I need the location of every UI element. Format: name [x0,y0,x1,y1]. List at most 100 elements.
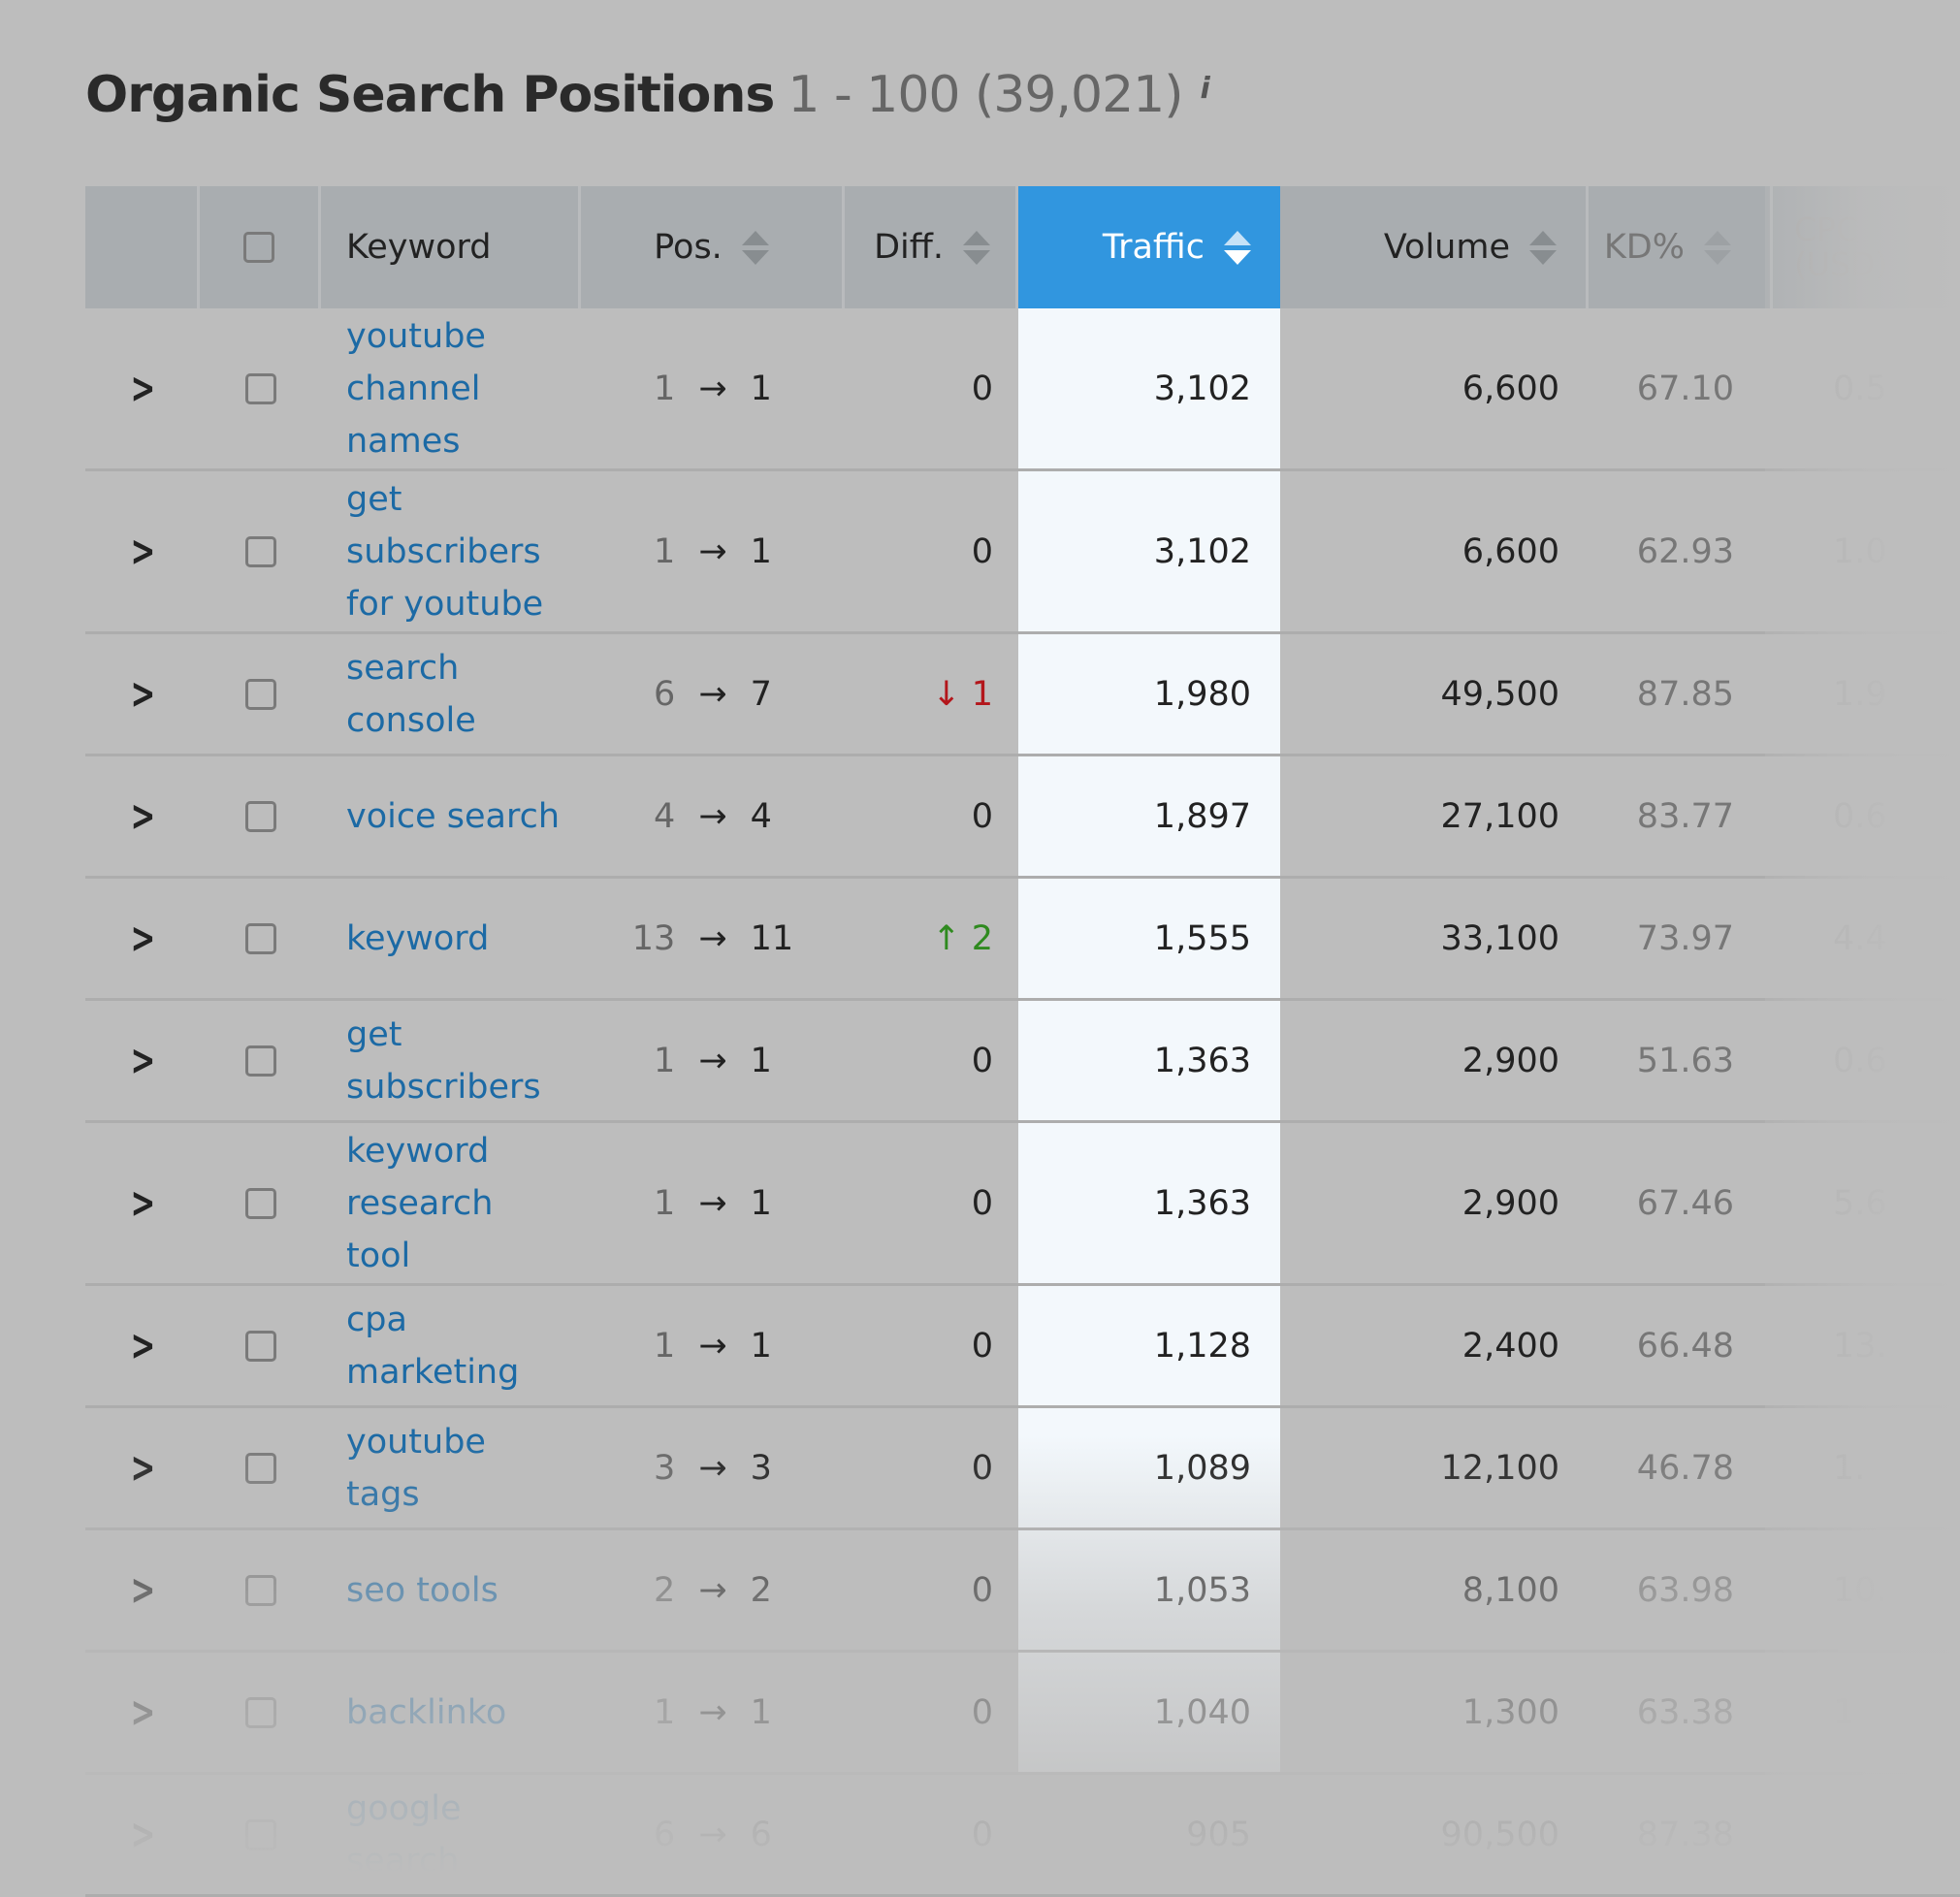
cpc-value: 5.6 [1833,1183,1887,1223]
row-checkbox[interactable] [244,535,276,567]
current-position: 2 [750,1570,772,1610]
keyword-cell: cpa marketing [321,1286,581,1405]
chevron-right-icon[interactable]: > [130,1565,155,1615]
select-cell [200,1286,321,1405]
chevron-right-icon[interactable]: > [130,1688,155,1737]
row-checkbox[interactable] [244,922,276,954]
chevron-right-icon[interactable]: > [130,669,155,719]
kd-cell: 66.48 [1589,1286,1773,1405]
keyword-link[interactable]: voice search [346,790,560,843]
chevron-right-icon[interactable]: > [130,527,155,576]
column-keyword[interactable]: Keyword [321,186,581,308]
row-checkbox[interactable] [244,1045,276,1077]
kd-value: 67.10 [1636,369,1734,408]
diff-value: 0 [971,796,993,836]
column-volume[interactable]: Volume [1280,186,1589,308]
traffic-value: 1,363 [1153,1183,1251,1223]
keyword-cell: youtube channel names [321,308,581,468]
select-cell [200,471,321,631]
volume-cell: 2,900 [1280,1001,1589,1120]
column-diff[interactable]: Diff. [845,186,1018,308]
column-pos[interactable]: Pos. [581,186,845,308]
chevron-right-icon[interactable]: > [130,1036,155,1085]
keyword-link[interactable]: keyword research tool [346,1125,562,1282]
traffic-value: 1,897 [1153,796,1251,836]
current-position: 1 [750,369,772,408]
kd-cell: 63.38 [1589,1653,1773,1772]
info-icon[interactable]: i [1201,72,1210,106]
row-checkbox[interactable] [244,800,276,832]
select-all-cell [200,186,321,308]
row-checkbox[interactable] [244,372,276,404]
traffic-value: 1,089 [1153,1448,1251,1488]
chevron-right-icon[interactable]: > [130,364,155,413]
kd-cell: 63.98 [1589,1530,1773,1650]
chevron-right-icon[interactable]: > [130,1178,155,1228]
row-checkbox[interactable] [244,1452,276,1484]
sort-icon[interactable] [741,230,769,265]
table-row: > voice search 4 → 4 0 1,897 27,100 83.77 0.6 [85,756,1960,879]
table-header: Keyword Pos. Diff. Traffic Volume KD% CP… [85,186,1960,308]
volume-value: 2,900 [1462,1183,1559,1223]
select-all-checkbox[interactable] [243,232,274,263]
row-checkbox[interactable] [244,1696,276,1728]
traffic-value: 3,102 [1153,369,1251,408]
keyword-cell: google search [321,1775,581,1894]
cpc-value: 1. [1833,1448,1866,1488]
previous-position: 1 [654,1183,676,1223]
keyword-link[interactable]: google search [346,1783,562,1887]
chevron-right-icon[interactable]: > [130,1321,155,1370]
column-cpc[interactable]: CPC (USD) [1773,186,1889,308]
row-checkbox[interactable] [244,1574,276,1606]
table-row: > youtube channel names 1 → 1 0 3,102 6,600 67.1… [85,308,1960,471]
keyword-link[interactable]: backlinko [346,1687,506,1739]
traffic-value: 1,053 [1153,1570,1251,1610]
sort-icon[interactable] [1529,230,1557,265]
table-row: > get subscribers for youtube 1 → 1 0 3,102 6,6… [85,471,1960,634]
expand-cell: > [85,1653,200,1772]
previous-position: 6 [654,1815,676,1854]
arrow-right-icon: → [698,674,727,714]
keyword-link[interactable]: youtube tags [346,1416,562,1521]
kd-value: 63.38 [1636,1692,1734,1732]
keyword-link[interactable]: keyword [346,913,489,965]
position-cell: 3 → 3 [581,1408,845,1527]
kd-cell: 67.10 [1589,308,1773,468]
column-kd[interactable]: KD% [1589,186,1773,308]
sort-icon[interactable] [963,230,990,265]
column-label: KD% [1603,228,1685,267]
kd-value: 62.93 [1636,531,1734,571]
chevron-right-icon[interactable]: > [130,914,155,963]
chevron-right-icon[interactable]: > [130,1810,155,1859]
row-checkbox[interactable] [244,1818,276,1850]
keyword-link[interactable]: seo tools [346,1564,498,1617]
row-checkbox[interactable] [244,678,276,710]
chevron-right-icon[interactable]: > [130,791,155,841]
kd-value: 67.46 [1636,1183,1734,1223]
select-cell [200,1775,321,1894]
expand-cell: > [85,1530,200,1650]
keyword-link[interactable]: youtube channel names [346,310,562,467]
keyword-link[interactable]: search console [346,642,562,747]
keyword-link[interactable]: get subscribers for youtube [346,473,562,630]
kd-value: 46.78 [1636,1448,1734,1488]
keyword-link[interactable]: get subscribers [346,1009,562,1113]
previous-position: 4 [654,796,676,836]
cpc-cell: 5.6 [1773,1123,1889,1283]
arrow-right-icon: → [698,1570,727,1610]
keyword-link[interactable]: cpa marketing [346,1294,562,1399]
table-row: > cpa marketing 1 → 1 0 1,128 2,400 66.48 13. [85,1286,1960,1408]
arrow-right-icon: → [698,796,727,836]
expand-cell: > [85,1286,200,1405]
chevron-right-icon[interactable]: > [130,1443,155,1493]
row-checkbox[interactable] [244,1187,276,1219]
cpc-value: 1 [1833,1692,1855,1732]
expand-cell: > [85,756,200,876]
position-cell: 1 → 1 [581,1001,845,1120]
row-checkbox[interactable] [244,1330,276,1362]
sort-icon[interactable] [1224,230,1251,265]
column-traffic[interactable]: Traffic [1018,186,1280,308]
diff-value: 0 [971,1183,993,1223]
table-row: > keyword 13 → 11 ↑ 2 1,555 33,100 73.97 4.4 [85,879,1960,1001]
sort-icon[interactable] [1704,230,1731,265]
